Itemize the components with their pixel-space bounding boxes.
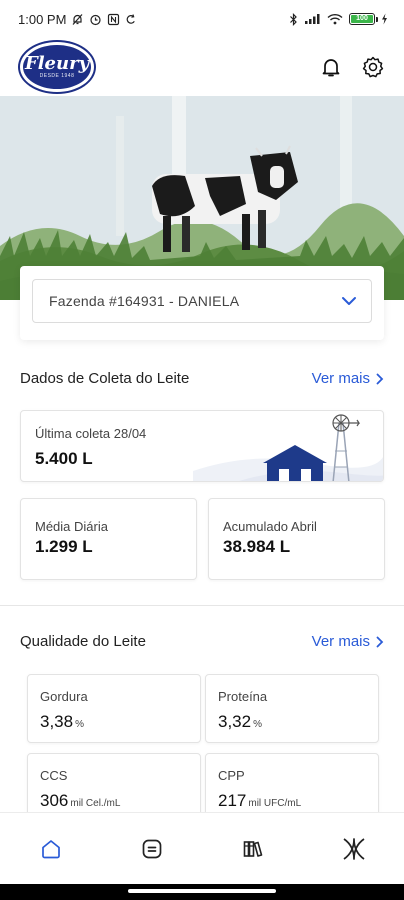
fat-value: 3,38 <box>40 712 74 731</box>
last-collection-card[interactable]: Última coleta 28/04 5.400 L <box>20 410 384 482</box>
alarm-icon <box>90 14 102 25</box>
battery-icon: 100 <box>349 13 378 25</box>
milk-collection-header: Dados de Coleta do Leite Ver mais <box>20 370 384 387</box>
wifi-icon <box>327 13 343 25</box>
ccs-unit: mil Cel./mL <box>70 798 121 809</box>
milk-collection-title: Dados de Coleta do Leite <box>20 370 190 387</box>
bell-icon <box>322 59 340 77</box>
protein-card[interactable]: Proteína 3,32% <box>205 674 379 743</box>
bottom-nav <box>0 812 404 884</box>
farm-select-value: Fazenda #164931 - DANIELA <box>49 293 240 309</box>
section-divider <box>0 605 404 606</box>
milk-collection-see-more[interactable]: Ver mais <box>312 370 384 387</box>
cpp-card[interactable]: CPP 217 mil UFC/mL <box>205 753 379 819</box>
fleury-icon <box>342 837 365 860</box>
signal-icon <box>305 14 320 24</box>
milk-quality-see-more[interactable]: Ver mais <box>312 633 384 650</box>
muted-icon <box>72 13 83 25</box>
settings-button[interactable] <box>360 54 386 80</box>
ccs-card[interactable]: CCS 306 mil Cel./mL <box>27 753 201 819</box>
milk-quality-title: Qualidade do Leite <box>20 633 146 650</box>
protein-unit: % <box>253 719 262 730</box>
bluetooth-icon <box>290 12 297 26</box>
protein-value: 3,32 <box>218 712 252 731</box>
chevron-down-icon <box>342 297 356 305</box>
nav-home[interactable] <box>31 829 71 869</box>
home-icon <box>41 839 60 858</box>
farm-illustration <box>193 414 383 481</box>
milk-quality-header: Qualidade do Leite Ver mais <box>20 633 384 650</box>
fleury-logo: Fleury DESDE 1948 <box>20 42 94 92</box>
nfc-icon <box>108 13 120 25</box>
cpp-unit: mil UFC/mL <box>248 798 302 809</box>
status-bar: 1:00 PM 100 <box>0 0 404 38</box>
farm-select[interactable]: Fazenda #164931 - DANIELA <box>32 279 372 323</box>
gesture-bar <box>0 884 404 900</box>
nav-fleury[interactable] <box>334 829 374 869</box>
chevron-right-icon <box>376 636 384 647</box>
notifications-button[interactable] <box>318 54 344 80</box>
charging-icon <box>382 13 387 25</box>
fat-unit: % <box>75 719 84 730</box>
farm-selector-card: Fazenda #164931 - DANIELA <box>20 266 384 340</box>
fat-card[interactable]: Gordura 3,38% <box>27 674 201 743</box>
accumulated-card[interactable]: Acumulado Abril 38.984 L <box>208 498 385 580</box>
nav-statement[interactable] <box>132 829 172 869</box>
sync-icon <box>127 13 136 24</box>
ccs-value: 306 <box>40 791 69 810</box>
library-icon <box>243 840 262 857</box>
home-indicator[interactable] <box>128 889 276 893</box>
gear-icon <box>362 56 384 78</box>
app-header: Fleury DESDE 1948 <box>0 38 404 96</box>
chevron-right-icon <box>376 373 384 384</box>
status-time: 1:00 PM <box>18 11 67 27</box>
cpp-value: 217 <box>218 791 247 810</box>
statement-icon <box>142 839 161 858</box>
daily-average-card[interactable]: Média Diária 1.299 L <box>20 498 197 580</box>
nav-library[interactable] <box>233 829 273 869</box>
